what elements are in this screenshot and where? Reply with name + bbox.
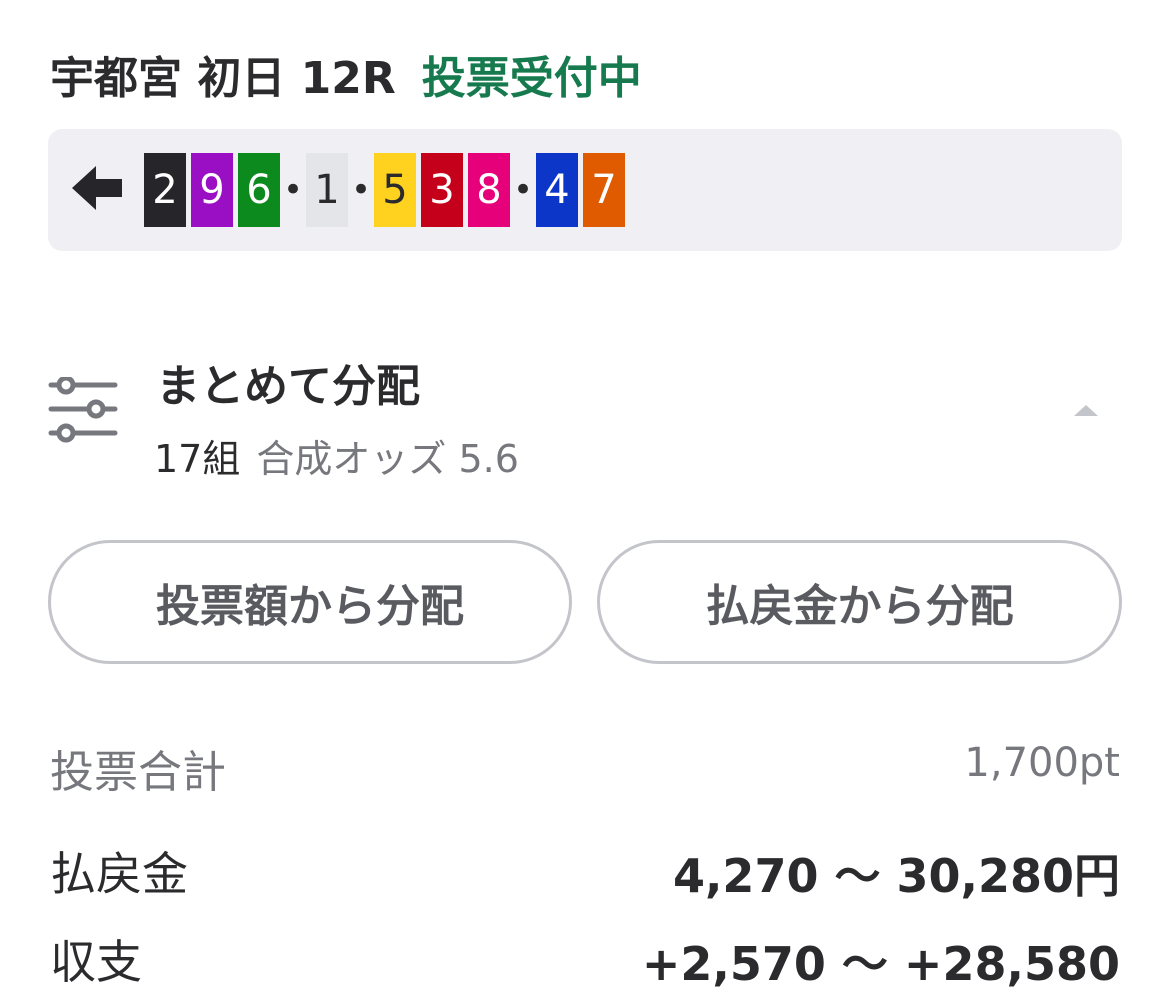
payout-label: 払戻金 <box>50 847 188 901</box>
total-value: 1,700pt <box>964 740 1120 786</box>
combination-count: 17組 <box>154 437 241 481</box>
combined-odds: 合成オッズ 5.6 <box>256 437 519 481</box>
racer-chip: 3 <box>421 153 463 227</box>
balance-value: +2,570 〜 +28,580 <box>641 937 1120 991</box>
racer-chip: 7 <box>583 153 625 227</box>
voting-status: 投票受付中 <box>421 53 642 104</box>
line-separator: • <box>513 170 534 210</box>
race-header: 宇都宮 初日 12R 投票受付中 <box>50 42 642 106</box>
balance-label: 収支 <box>50 935 142 989</box>
arrow-left-icon[interactable] <box>72 166 122 210</box>
racer-chip: 2 <box>144 153 186 227</box>
sliders-icon[interactable] <box>48 377 118 443</box>
lineup: 2 9 6 • 1 • 5 3 8 • 4 7 <box>144 153 625 227</box>
racer-chip: 8 <box>468 153 510 227</box>
line-separator: • <box>283 170 304 210</box>
distribution-title[interactable]: まとめて分配 <box>156 350 420 414</box>
payout-value: 4,270 〜 30,280円 <box>672 849 1120 903</box>
total-label: 投票合計 <box>50 747 226 798</box>
caret-up-icon[interactable] <box>1072 403 1100 417</box>
distribute-by-amount-button[interactable]: 投票額から分配 <box>48 540 572 664</box>
racer-chip: 4 <box>536 153 578 227</box>
racer-chip: 9 <box>191 153 233 227</box>
race-title: 宇都宮 初日 12R <box>50 53 396 104</box>
line-separator: • <box>351 170 372 210</box>
racer-chip: 6 <box>238 153 280 227</box>
racer-chip: 1 <box>306 153 348 227</box>
racer-chip: 5 <box>374 153 416 227</box>
distribution-summary: 17組 合成オッズ 5.6 <box>154 428 519 483</box>
distribute-by-payout-button[interactable]: 払戻金から分配 <box>597 540 1122 664</box>
